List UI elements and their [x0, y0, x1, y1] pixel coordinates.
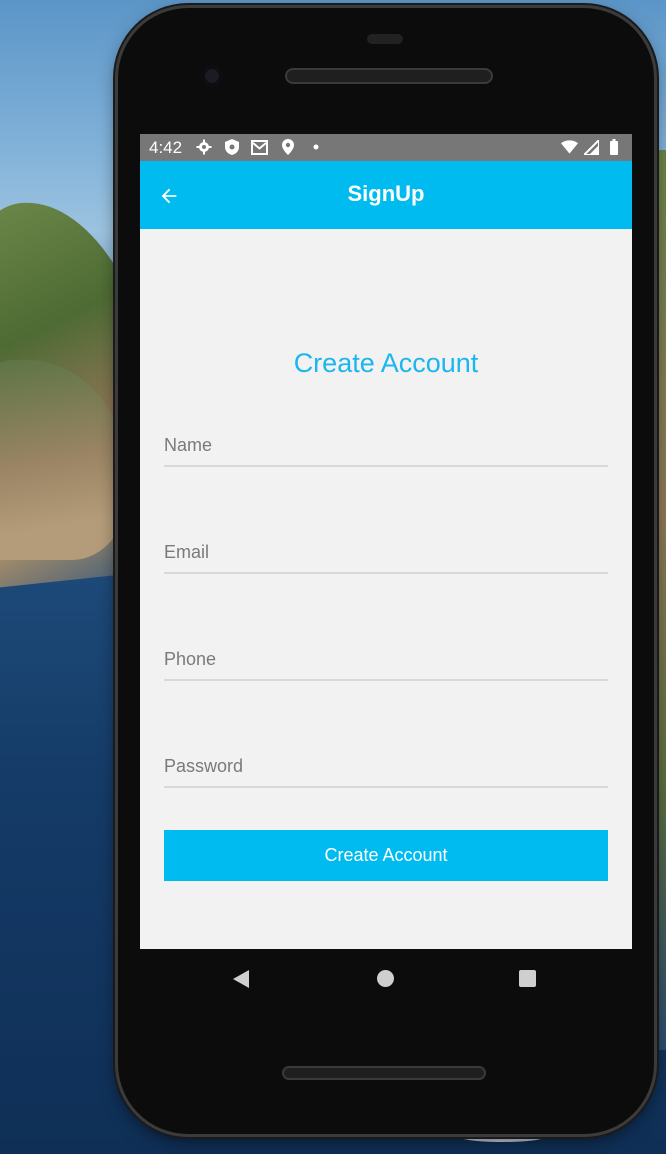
app-bar: SignUp — [140, 161, 632, 229]
settings-icon — [195, 139, 212, 156]
status-bar: 4:42 — [140, 134, 632, 161]
navigation-bar — [140, 949, 632, 1009]
email-input[interactable] — [164, 532, 608, 574]
status-system-icons — [561, 137, 622, 157]
status-time: 4:42 — [149, 138, 183, 157]
nav-home-icon[interactable] — [377, 970, 394, 987]
signal-icon — [583, 139, 600, 156]
nav-back-icon[interactable] — [233, 970, 249, 988]
wifi-icon — [561, 139, 578, 156]
page-title: SignUp — [347, 181, 425, 206]
shield-icon — [223, 139, 240, 156]
top-sensor — [367, 34, 403, 44]
location-icon — [279, 139, 296, 156]
form-heading: Create Account — [293, 348, 479, 378]
status-notification-icons — [195, 137, 324, 157]
phone-frame: 4:42 SignUp Create Account Name Email Ph… — [118, 8, 654, 1134]
top-speaker-grille — [285, 68, 493, 84]
notification-dot-icon — [307, 139, 324, 156]
create-account-button[interactable]: Create Account — [164, 830, 608, 881]
phone-input[interactable] — [164, 639, 608, 681]
name-input[interactable] — [164, 425, 608, 467]
bottom-speaker-grille — [282, 1066, 486, 1080]
gmail-icon — [251, 139, 268, 156]
nav-recents-icon[interactable] — [519, 970, 536, 987]
app-screen: 4:42 SignUp Create Account Name Email Ph… — [140, 134, 632, 949]
front-camera — [201, 65, 223, 87]
password-input[interactable] — [164, 746, 608, 788]
battery-icon — [605, 139, 622, 156]
